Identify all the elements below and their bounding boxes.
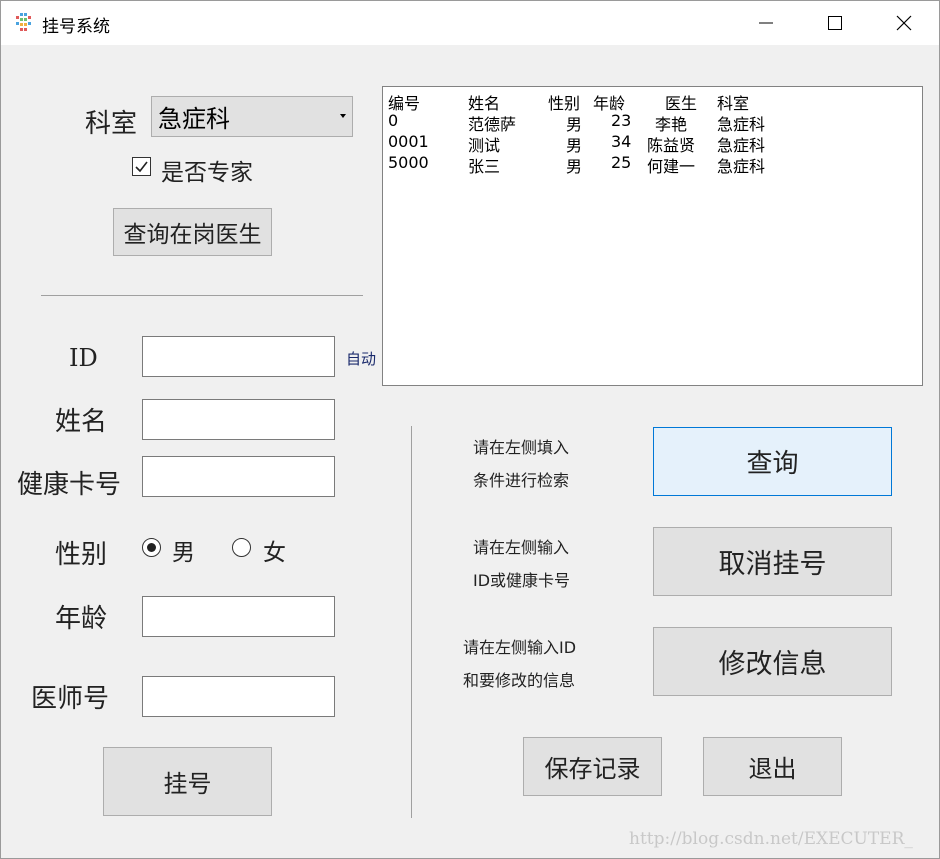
modify-hint: 请在左侧输入ID 和要修改的信息 — [463, 638, 577, 690]
dept-select[interactable]: 急症科 — [151, 96, 353, 137]
title-bar: 挂号系统 — [1, 1, 939, 45]
dept-label: 科室 — [85, 109, 138, 139]
modify-info-button[interactable]: 修改信息 — [653, 627, 892, 696]
cell-gender: 男 — [566, 157, 583, 176]
name-input[interactable] — [142, 399, 335, 440]
id-input[interactable] — [142, 336, 335, 377]
divider-horizontal — [41, 295, 363, 296]
age-label: 年龄 — [55, 604, 108, 634]
list-item[interactable]: 0 范德萨 男 23 李艳 急症科 — [383, 111, 922, 134]
cell-name: 张三 — [468, 157, 501, 176]
id-auto-hint: 自动 — [346, 350, 377, 368]
close-icon — [896, 15, 912, 31]
expert-checkbox[interactable] — [132, 157, 151, 176]
health-card-label: 健康卡号 — [17, 470, 122, 500]
cell-doctor: 何建一 — [647, 157, 696, 176]
doctor-no-label: 医师号 — [31, 684, 110, 714]
chevron-down-icon — [340, 114, 346, 118]
cell-id: 5000 — [388, 153, 429, 172]
records-list[interactable]: 编号 姓名 性别 年龄 医生 科室 0 范德萨 男 23 李艳 急症科 0001… — [382, 86, 923, 386]
list-item[interactable]: 5000 张三 男 25 何建一 急症科 — [383, 153, 922, 176]
expert-label: 是否专家 — [161, 160, 253, 186]
checkmark-icon — [135, 161, 148, 173]
window-title: 挂号系统 — [42, 17, 110, 37]
cell-dept: 急症科 — [717, 157, 766, 176]
list-item[interactable]: 0001 测试 男 34 陈益贤 急症科 — [383, 132, 922, 155]
exit-button[interactable]: 退出 — [703, 737, 842, 796]
cell-id: 0 — [388, 111, 399, 130]
gender-label: 性别 — [55, 540, 108, 570]
cell-age: 34 — [611, 132, 632, 151]
health-card-input[interactable] — [142, 456, 335, 497]
query-hint: 请在左侧填入 条件进行检索 — [473, 438, 570, 490]
watermark-text: http://blog.csdn.net/EXECUTER_ — [629, 829, 913, 849]
register-button[interactable]: 挂号 — [103, 747, 272, 816]
divider-vertical — [411, 426, 412, 818]
maximize-icon — [828, 16, 842, 30]
gender-option-male: 男 — [172, 540, 195, 566]
app-window: 挂号系统 科室 急症科 是否专家 查询在岗医生 编号 姓名 性别 年龄 医生 科… — [0, 0, 940, 859]
cancel-hint: 请在左侧输入 ID或健康卡号 — [473, 538, 571, 590]
gender-radio-male[interactable] — [142, 538, 161, 557]
cell-age: 25 — [611, 153, 632, 172]
maximize-button[interactable] — [800, 1, 870, 45]
dept-selected-value: 急症科 — [158, 105, 230, 133]
doctor-no-input[interactable] — [142, 676, 335, 717]
minimize-icon — [759, 22, 773, 24]
query-button[interactable]: 查询 — [653, 427, 892, 496]
minimize-button[interactable] — [731, 1, 801, 45]
name-label: 姓名 — [55, 407, 108, 437]
cell-age: 23 — [611, 111, 632, 130]
query-doctors-button[interactable]: 查询在岗医生 — [113, 208, 272, 256]
age-input[interactable] — [142, 596, 335, 637]
cell-id: 0001 — [388, 132, 429, 151]
id-label: ID — [69, 344, 98, 372]
cancel-registration-button[interactable]: 取消挂号 — [653, 527, 892, 596]
save-records-button[interactable]: 保存记录 — [523, 737, 662, 796]
app-icon — [15, 12, 35, 34]
gender-option-female: 女 — [263, 540, 286, 566]
gender-radio-female[interactable] — [232, 538, 251, 557]
list-header: 编号 姓名 性别 年龄 医生 科室 — [383, 90, 922, 113]
close-button[interactable] — [869, 1, 939, 45]
